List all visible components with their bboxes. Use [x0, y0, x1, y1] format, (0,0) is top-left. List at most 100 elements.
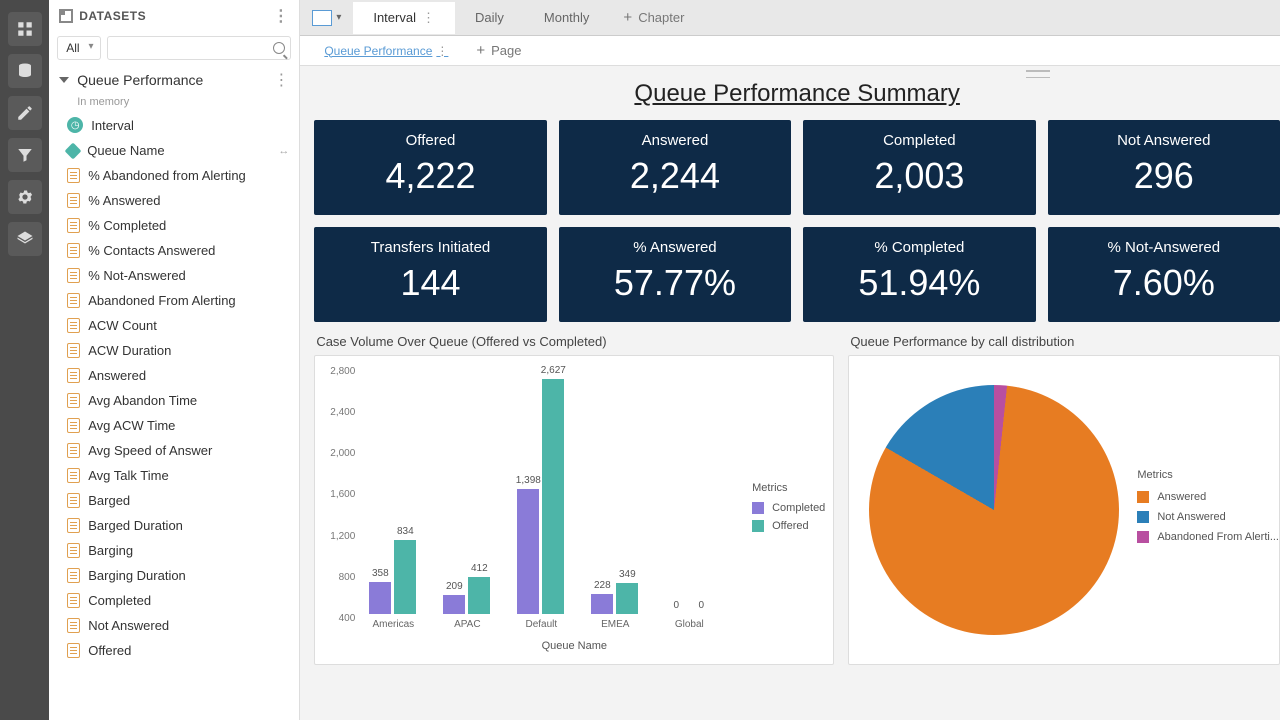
datasets-title: DATASETS: [79, 9, 146, 23]
field-item[interactable]: ◷ Interval: [55, 112, 293, 138]
meas-icon: [67, 318, 80, 333]
field-label: Barged Duration: [88, 518, 183, 533]
kpi-value: 2,244: [567, 155, 783, 197]
add-chapter-button[interactable]: +Chapter: [609, 9, 698, 26]
time-icon: ◷: [67, 117, 83, 133]
layers-icon[interactable]: [8, 222, 42, 256]
meas-icon: [67, 618, 80, 633]
field-label: Barged: [88, 493, 130, 508]
meas-icon: [67, 368, 80, 383]
gear-icon[interactable]: [8, 180, 42, 214]
field-item[interactable]: Barging: [55, 538, 293, 563]
field-item[interactable]: Barged: [55, 488, 293, 513]
field-item[interactable]: Abandoned From Alerting: [55, 288, 293, 313]
grid-icon[interactable]: [8, 12, 42, 46]
kpi-card[interactable]: % Completed 51.94%: [803, 227, 1035, 322]
field-item[interactable]: Avg ACW Time: [55, 413, 293, 438]
field-label: Completed: [88, 593, 151, 608]
page-dropdown-icon[interactable]: ▾: [336, 12, 341, 23]
meas-icon: [67, 168, 80, 183]
nav-rail: [0, 0, 49, 720]
meas-icon: [67, 293, 80, 308]
meas-icon: [67, 543, 80, 558]
field-label: % Not-Answered: [88, 268, 186, 283]
dataset-mode: In memory: [49, 96, 299, 112]
kpi-value: 7.60%: [1056, 262, 1272, 304]
field-label: % Completed: [88, 218, 166, 233]
field-label: ACW Count: [88, 318, 157, 333]
field-item[interactable]: % Not-Answered: [55, 263, 293, 288]
collapse-icon: [59, 77, 69, 83]
pie-chart[interactable]: Metrics Answered Not Answered Abandoned …: [848, 355, 1280, 665]
field-label: Barging Duration: [88, 568, 186, 583]
field-item[interactable]: Completed: [55, 588, 293, 613]
tab-monthly[interactable]: Monthly: [524, 2, 610, 33]
sidebar: DATASETS ⋮ All Queue Performance ⋮ In me…: [49, 0, 300, 720]
field-label: Not Answered: [88, 618, 169, 633]
kpi-card[interactable]: % Answered 57.77%: [559, 227, 791, 322]
pie-legend: Metrics Answered Not Answered Abandoned …: [1137, 469, 1279, 551]
field-item[interactable]: % Abandoned from Alerting: [55, 163, 293, 188]
database-icon[interactable]: [8, 54, 42, 88]
kpi-card[interactable]: Transfers Initiated144: [314, 227, 546, 322]
pie-chart-title: Queue Performance by call distribution: [848, 334, 1280, 355]
field-label: ACW Duration: [88, 343, 171, 358]
field-item[interactable]: ACW Count: [55, 313, 293, 338]
dataset-filter-select[interactable]: All: [57, 36, 100, 60]
bar-chart-title: Case Volume Over Queue (Offered vs Compl…: [314, 334, 834, 355]
kpi-value: 4,222: [322, 155, 538, 197]
field-item[interactable]: % Contacts Answered: [55, 238, 293, 263]
datasets-menu-icon[interactable]: ⋮: [273, 6, 290, 26]
add-page-button[interactable]: +Page: [462, 42, 535, 59]
tab-interval[interactable]: Interval⋮: [353, 2, 455, 34]
kpi-card[interactable]: Answered2,244: [559, 120, 791, 215]
datasets-header: DATASETS ⋮: [49, 0, 299, 32]
field-item[interactable]: Avg Abandon Time: [55, 388, 293, 413]
field-label: Interval: [91, 118, 134, 133]
meas-icon: [67, 568, 80, 583]
search-input[interactable]: [107, 36, 292, 60]
sub-tab-queue-perf[interactable]: Queue Performance⋮: [310, 39, 462, 63]
field-label: Avg ACW Time: [88, 418, 175, 433]
kpi-label: Not Answered: [1056, 132, 1272, 149]
dim-icon: [65, 142, 82, 159]
field-label: Barging: [88, 543, 133, 558]
field-item[interactable]: Not Answered: [55, 613, 293, 638]
kpi-card[interactable]: % Not-Answered7.60%: [1048, 227, 1280, 322]
kpi-label: Completed: [811, 132, 1027, 149]
kpi-card[interactable]: Not Answered 296: [1048, 120, 1280, 215]
tab-daily[interactable]: Daily: [455, 2, 524, 33]
field-item[interactable]: % Completed: [55, 213, 293, 238]
field-item[interactable]: Answered: [55, 363, 293, 388]
meas-icon: [67, 243, 80, 258]
kpi-label: % Answered: [567, 239, 783, 256]
dataset-search[interactable]: [107, 36, 292, 60]
meas-icon: [67, 443, 80, 458]
kpi-value: 57.77%: [567, 262, 783, 304]
kpi-card[interactable]: Completed 2,003: [803, 120, 1035, 215]
pencil-icon[interactable]: [8, 96, 42, 130]
field-item[interactable]: Barged Duration: [55, 513, 293, 538]
kpi-value: 144: [322, 262, 538, 304]
kpi-label: % Completed: [811, 239, 1027, 256]
meas-icon: [67, 593, 80, 608]
page-icon[interactable]: [312, 10, 332, 26]
field-item[interactable]: Offered: [55, 638, 293, 663]
field-item[interactable]: Avg Talk Time: [55, 463, 293, 488]
field-item[interactable]: Queue Name↔: [55, 138, 293, 163]
kpi-value: 296: [1056, 155, 1272, 197]
field-label: Offered: [88, 643, 131, 658]
field-item[interactable]: Avg Speed of Answer: [55, 438, 293, 463]
field-item[interactable]: Barging Duration: [55, 563, 293, 588]
field-item[interactable]: % Answered: [55, 188, 293, 213]
funnel-icon[interactable]: [8, 138, 42, 172]
bar-chart[interactable]: 2,8002,4002,0001,6001,200800400 35883420…: [314, 355, 834, 665]
field-item[interactable]: ACW Duration: [55, 338, 293, 363]
kpi-value: 51.94%: [811, 262, 1027, 304]
dataset-menu-icon[interactable]: ⋮: [273, 70, 289, 90]
meas-icon: [67, 643, 80, 658]
meas-icon: [67, 493, 80, 508]
dataset-header[interactable]: Queue Performance ⋮: [49, 64, 299, 96]
kpi-card[interactable]: Offered4,222: [314, 120, 546, 215]
kpi-value: 2,003: [811, 155, 1027, 197]
